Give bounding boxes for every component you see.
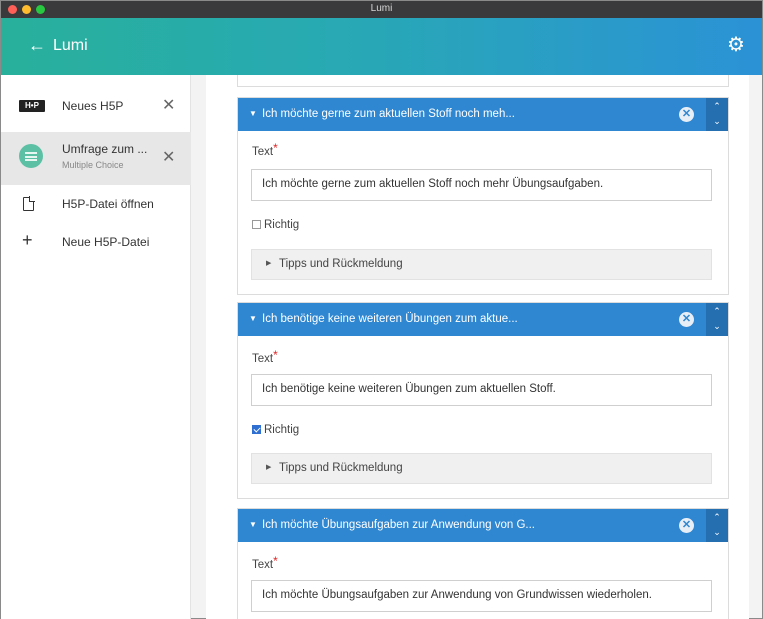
title-bar: Lumi: [1, 1, 762, 18]
close-icon[interactable]: ✕: [162, 98, 175, 114]
tab-content-type: Multiple Choice: [62, 160, 124, 170]
nav-label: Neue H5P-Datei: [62, 235, 150, 249]
remove-answer-icon[interactable]: ✕: [679, 518, 694, 533]
window-title: Lumi: [370, 3, 393, 14]
answer-header[interactable]: ▼ Ich benötige keine weiteren Übungen zu…: [238, 303, 728, 336]
feedback-label: Tipps und Rückmeldung: [279, 258, 403, 270]
collapse-caret-icon[interactable]: ▼: [249, 520, 257, 529]
answer-panel: ▼ Ich möchte Übungsaufgaben zur Anwendun…: [237, 508, 729, 619]
nav-label: H5P-Datei öffnen: [62, 197, 154, 211]
checkbox-checked-icon[interactable]: [252, 425, 261, 434]
move-up-icon[interactable]: ⌃: [706, 512, 728, 523]
editor-content[interactable]: ▼ Ich möchte gerne zum aktuellen Stoff n…: [206, 75, 749, 619]
expand-caret-icon: ▶: [266, 464, 272, 471]
h5p-logo-icon: H•P: [19, 100, 45, 112]
arrow-left-icon[interactable]: ←: [28, 35, 46, 55]
remove-answer-icon[interactable]: ✕: [679, 312, 694, 327]
text-field-label: Text*: [252, 554, 278, 571]
file-icon: [23, 196, 35, 211]
plus-icon: +: [22, 230, 33, 250]
answer-header-title: Ich benötige keine weiteren Übungen zum …: [262, 313, 518, 325]
correct-checkbox[interactable]: Richtig: [252, 424, 299, 436]
tab-label: Neues H5P: [62, 99, 124, 113]
remove-answer-icon[interactable]: ✕: [679, 107, 694, 122]
new-h5p-file-button[interactable]: + Neue H5P-Datei: [1, 226, 191, 258]
answer-text-input[interactable]: Ich möchte Übungsaufgaben zur Anwendung …: [251, 580, 712, 612]
answer-header-title: Ich möchte gerne zum aktuellen Stoff noc…: [262, 108, 515, 120]
close-icon[interactable]: ✕: [162, 150, 175, 166]
app-window: Lumi ← Lumi ⚙ H•P Neues H5P ✕ Umfrage zu…: [0, 0, 763, 619]
answer-header[interactable]: ▼ Ich möchte gerne zum aktuellen Stoff n…: [238, 98, 728, 131]
move-down-icon[interactable]: ⌄: [706, 116, 728, 127]
move-down-icon[interactable]: ⌄: [706, 527, 728, 538]
answer-text-input[interactable]: Ich möchte gerne zum aktuellen Stoff noc…: [251, 169, 712, 201]
sidebar: H•P Neues H5P ✕ Umfrage zum ... Multiple…: [1, 75, 191, 619]
expand-caret-icon: ▶: [266, 260, 272, 267]
reorder-control[interactable]: ⌃ ⌄: [706, 509, 728, 542]
answer-header-title: Ich möchte Übungsaufgaben zur Anwendung …: [262, 519, 535, 531]
reorder-control[interactable]: ⌃ ⌄: [706, 98, 728, 131]
app-title: Lumi: [53, 37, 88, 54]
text-field-label: Text*: [252, 348, 278, 365]
move-down-icon[interactable]: ⌄: [706, 321, 728, 332]
reorder-control[interactable]: ⌃ ⌄: [706, 303, 728, 336]
app-bar: ← Lumi ⚙: [1, 18, 762, 75]
collapse-caret-icon[interactable]: ▼: [249, 314, 257, 323]
move-up-icon[interactable]: ⌃: [706, 306, 728, 317]
answer-panel: ▼ Ich benötige keine weiteren Übungen zu…: [237, 302, 729, 499]
answer-text-input[interactable]: Ich benötige keine weiteren Übungen zum …: [251, 374, 712, 406]
tab-label: Umfrage zum ...: [62, 142, 148, 156]
text-field-label: Text*: [252, 141, 278, 158]
previous-answer-panel: [237, 75, 729, 87]
checkbox-unchecked-icon[interactable]: [252, 220, 261, 229]
sidebar-tab-umfrage[interactable]: Umfrage zum ... Multiple Choice ✕: [1, 132, 191, 185]
feedback-label: Tipps und Rückmeldung: [279, 462, 403, 474]
gear-icon[interactable]: ⚙: [724, 33, 748, 57]
answer-panel: ▼ Ich möchte gerne zum aktuellen Stoff n…: [237, 97, 729, 295]
answer-header[interactable]: ▼ Ich möchte Übungsaufgaben zur Anwendun…: [238, 509, 728, 542]
collapse-caret-icon[interactable]: ▼: [249, 109, 257, 118]
feedback-toggle[interactable]: ▶ Tipps und Rückmeldung: [251, 249, 712, 280]
multiple-choice-icon: [19, 144, 43, 168]
sidebar-tab-neues-h5p[interactable]: H•P Neues H5P ✕: [1, 89, 191, 125]
move-up-icon[interactable]: ⌃: [706, 101, 728, 112]
correct-checkbox[interactable]: Richtig: [252, 219, 299, 231]
feedback-toggle[interactable]: ▶ Tipps und Rückmeldung: [251, 453, 712, 484]
open-h5p-file-button[interactable]: H5P-Datei öffnen: [1, 188, 191, 220]
